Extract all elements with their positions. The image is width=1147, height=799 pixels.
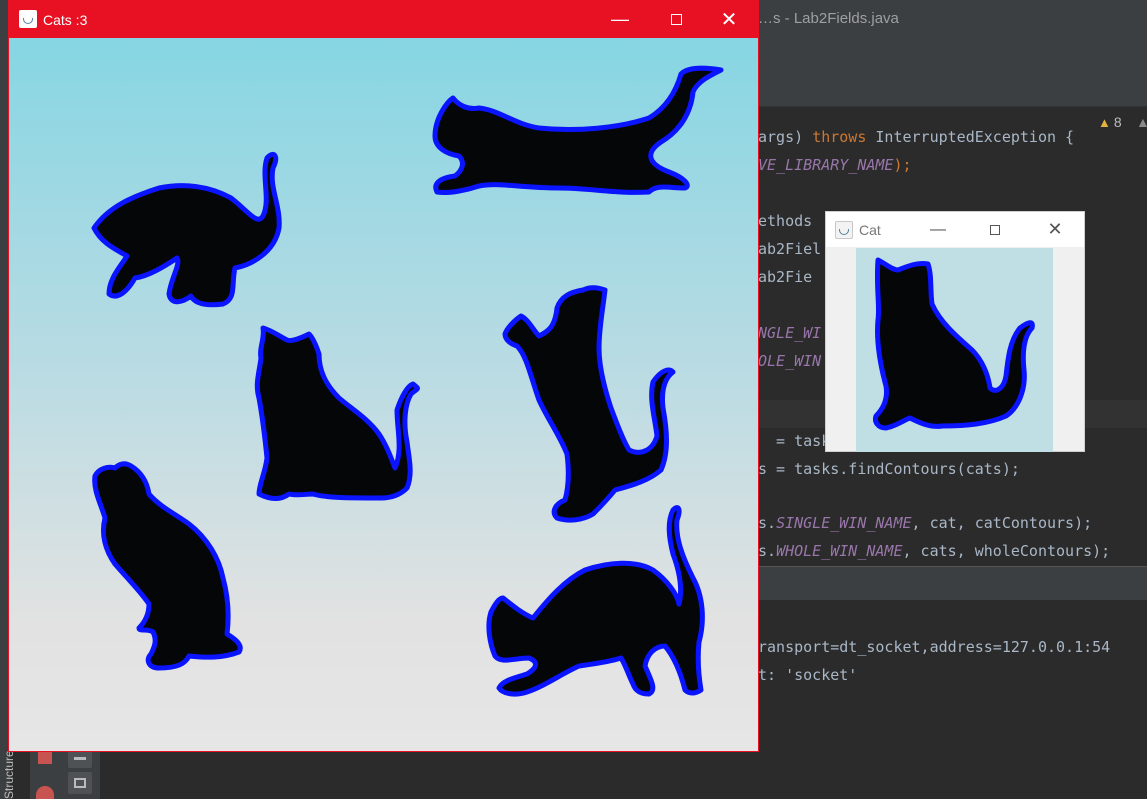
window-title: Cats :3 <box>43 12 88 28</box>
code-token: ethods <box>758 212 813 230</box>
code-token: s. <box>758 542 777 560</box>
code-token: ab2Fiel <box>758 240 822 258</box>
printer-icon <box>74 778 86 788</box>
cat-silhouette <box>92 461 243 671</box>
tool-window-header <box>758 566 1147 601</box>
code-line: VE_LIBRARY_NAME); <box>758 156 912 178</box>
cat-window-titlebar[interactable]: Cat — ✕ <box>826 212 1084 247</box>
code-line: NGLE_WI <box>758 324 821 346</box>
minimize-icon: — <box>611 9 629 29</box>
cat-silhouette <box>432 65 724 195</box>
code-token: OLE_WIN <box>758 352 822 370</box>
cat-silhouette <box>254 325 420 501</box>
maximize-icon <box>990 224 1000 235</box>
console-line: ransport=dt_socket,address=127.0.0.1:54 <box>758 638 1111 656</box>
stop-icon[interactable] <box>38 752 52 764</box>
code-line: ab2Fie <box>758 268 812 290</box>
cat-silhouette <box>873 257 1035 431</box>
minimize-button[interactable]: — <box>601 1 639 38</box>
maximize-button[interactable] <box>657 1 695 38</box>
code-token: NGLE_WI <box>758 324 822 342</box>
warning-badge[interactable]: ▲ 8 <box>1098 114 1122 130</box>
debug-icon[interactable] <box>36 786 54 799</box>
code-token: throws <box>812 128 867 146</box>
close-button[interactable]: ✕ <box>709 1 749 38</box>
code-token: s. <box>758 514 777 532</box>
code-token: , cat, catContours); <box>911 514 1093 532</box>
ide-window-title: …s - Lab2Fields.java <box>758 10 899 27</box>
code-token: s = tasks.findContours(cats); <box>758 460 1020 478</box>
collapse-button[interactable] <box>68 750 92 768</box>
console-line: t: 'socket' <box>758 666 858 684</box>
code-token: VE_LIBRARY_NAME <box>758 156 894 174</box>
code-line: OLE_WIN <box>758 352 821 374</box>
cats-window: Cats :3 — ✕ <box>8 0 759 752</box>
warning-icon: ▲ <box>1098 115 1111 130</box>
cat-silhouette-single <box>873 257 1035 431</box>
java-app-icon <box>19 10 37 28</box>
code-token: SINGLE_WIN_NAME <box>776 514 912 532</box>
cat-silhouette <box>486 505 705 697</box>
close-icon: ✕ <box>1047 219 1063 239</box>
inspection-icon[interactable]: ▲ <box>1136 114 1147 130</box>
cat-silhouette <box>502 285 676 523</box>
close-icon: ✕ <box>720 9 738 31</box>
code-token: , cats, wholeContours); <box>902 542 1111 560</box>
code-line: s.SINGLE_WIN_NAME, cat, catContours); <box>758 514 1092 536</box>
code-line: args) throws InterruptedException { <box>758 128 1074 150</box>
code-token: args) <box>758 128 813 146</box>
code-token: InterruptedException { <box>866 128 1075 146</box>
minus-icon <box>74 757 86 760</box>
code-token: WHOLE_WIN_NAME <box>776 542 903 560</box>
warning-count: 8 <box>1113 114 1122 130</box>
maximize-icon <box>670 14 682 25</box>
code-token: ); <box>893 156 912 174</box>
cat-silhouette <box>91 151 282 308</box>
code-line: ethods <box>758 212 812 234</box>
cat-image-canvas <box>856 248 1053 452</box>
cats-window-titlebar[interactable]: Cats :3 — ✕ <box>9 1 758 38</box>
minimize-button[interactable]: — <box>926 212 950 247</box>
minimize-icon: — <box>930 220 946 238</box>
close-button[interactable]: ✕ <box>1041 212 1069 247</box>
print-button[interactable] <box>68 772 92 794</box>
cat-window: Cat — ✕ <box>825 211 1085 452</box>
cats-silhouettes <box>91 65 724 697</box>
code-line: s = tasks.findContours(cats); <box>758 460 1020 482</box>
console-panel[interactable]: ransport=dt_socket,address=127.0.0.1:54 … <box>758 600 1147 799</box>
code-token: ab2Fie <box>758 268 813 286</box>
maximize-button[interactable] <box>983 212 1007 247</box>
code-line: s.WHOLE_WIN_NAME, cats, wholeContours); <box>758 542 1110 564</box>
window-title: Cat <box>859 222 881 238</box>
code-line: ab2Fiel <box>758 240 821 262</box>
java-app-icon <box>835 221 853 239</box>
cats-image-canvas <box>9 38 758 751</box>
